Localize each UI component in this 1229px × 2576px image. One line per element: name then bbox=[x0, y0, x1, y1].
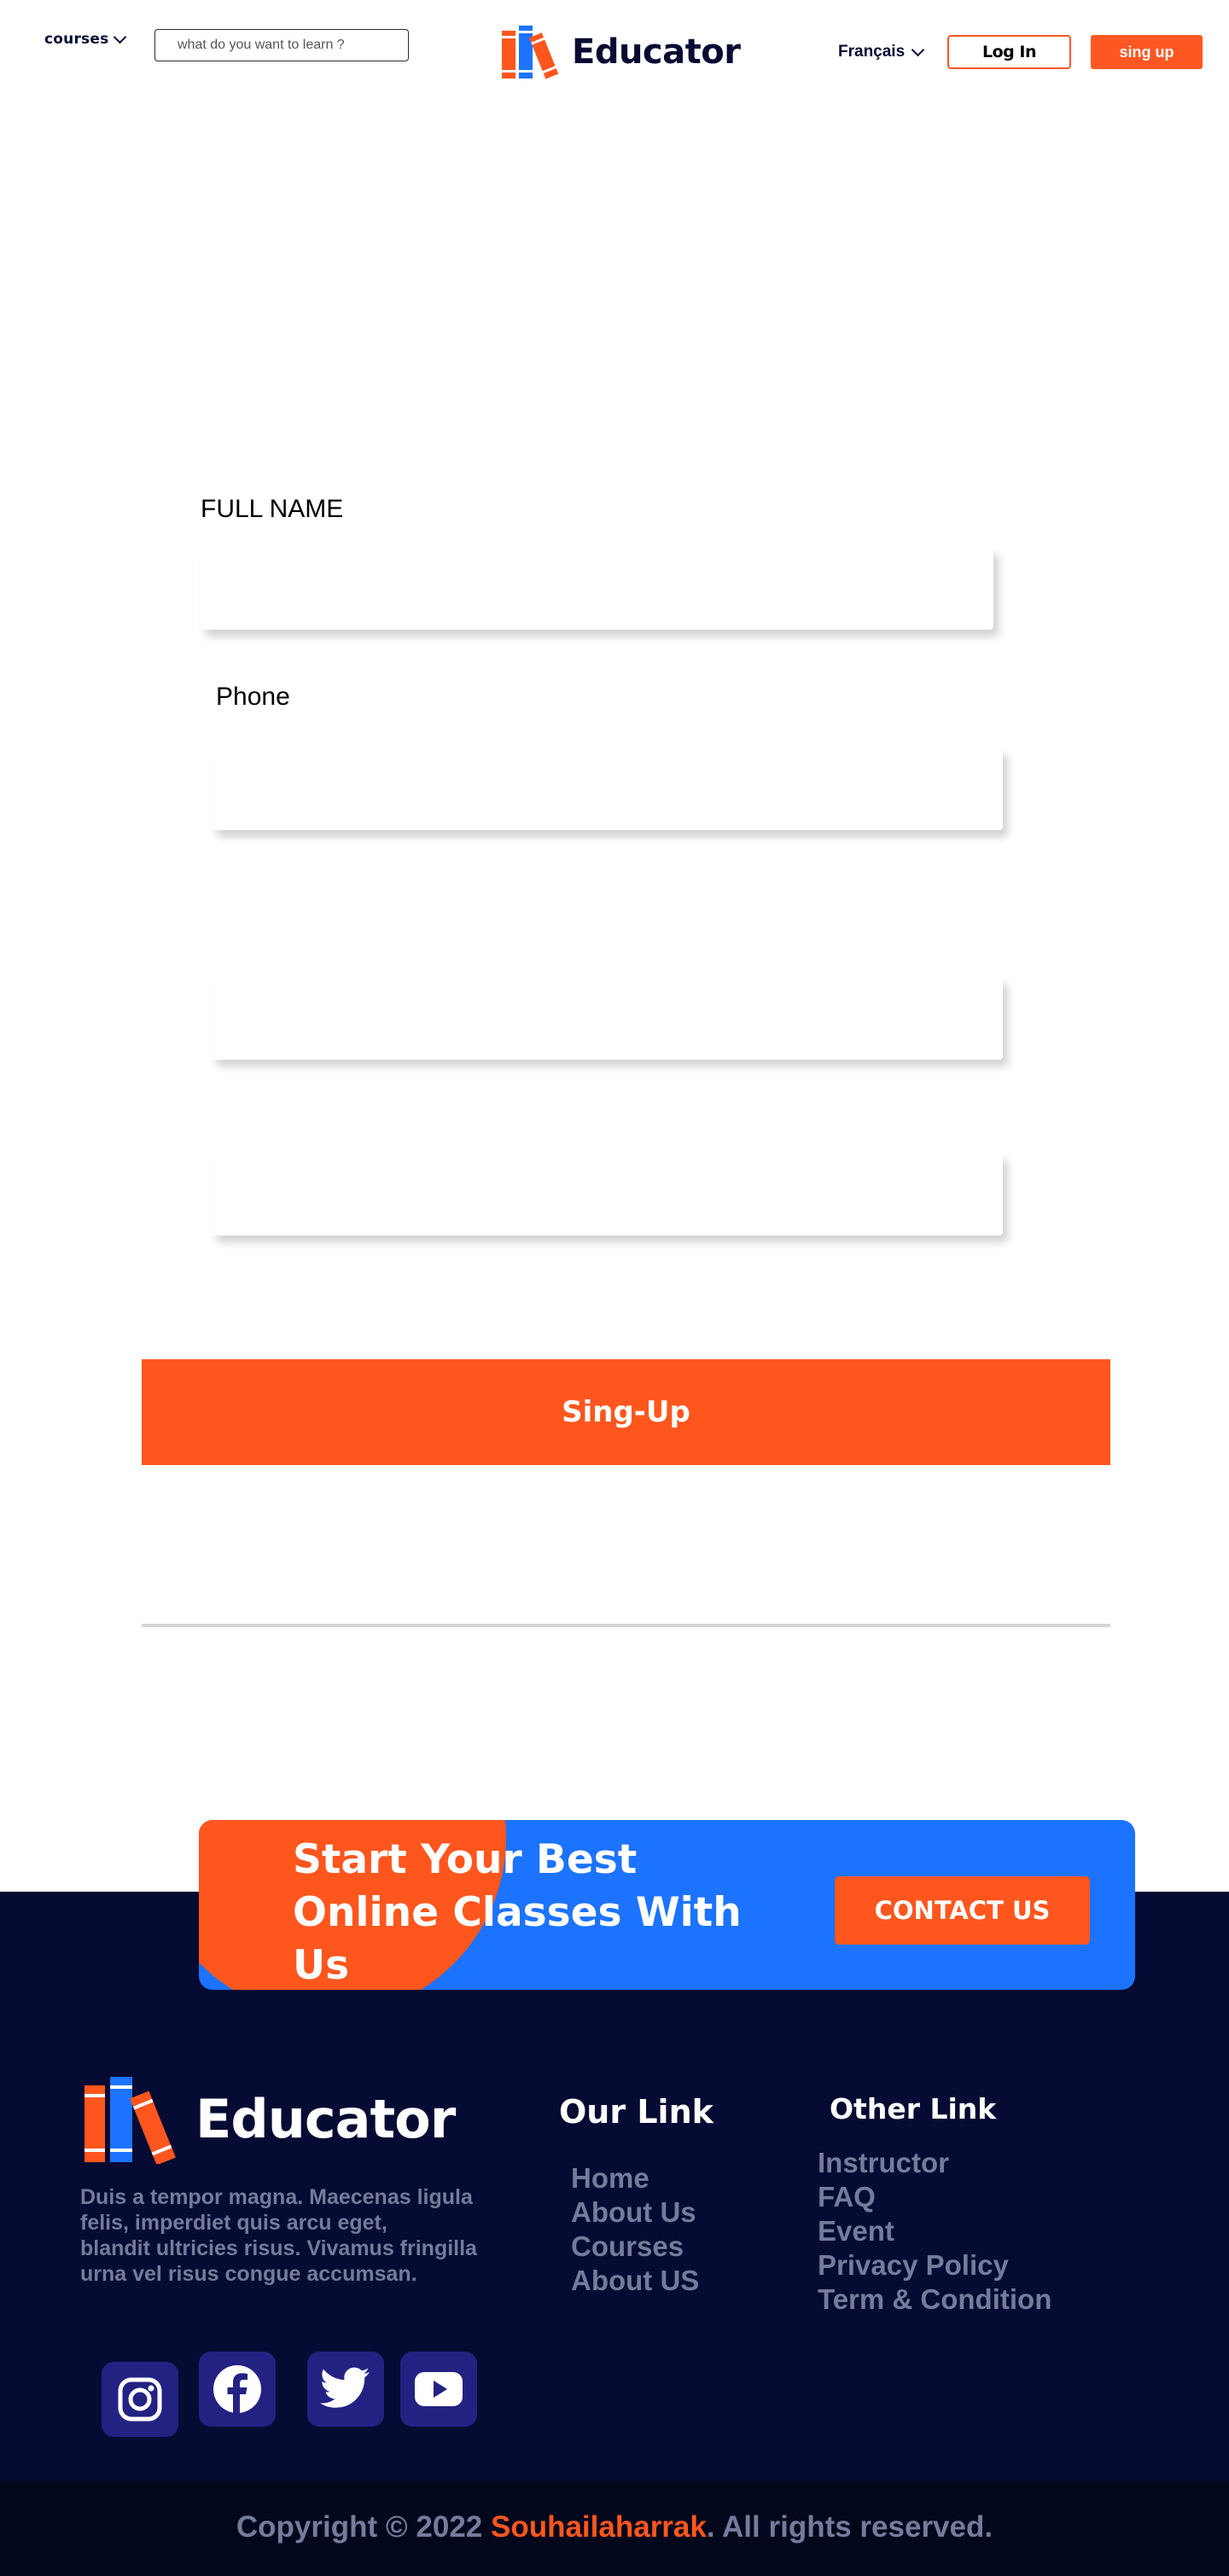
cta-title: Start Your Best Online Classes With Us bbox=[293, 1836, 742, 1989]
courses-label: courses bbox=[44, 31, 109, 48]
instagram-icon bbox=[118, 2377, 162, 2422]
brand-name: Educator bbox=[572, 32, 741, 72]
signup-button[interactable]: sing up bbox=[1091, 35, 1203, 69]
form-field-4[interactable] bbox=[212, 1154, 1003, 1236]
full-name-label: FULL NAME bbox=[201, 495, 344, 523]
chevron-down-icon bbox=[114, 30, 127, 44]
courses-dropdown[interactable]: courses bbox=[44, 30, 127, 48]
footer-link-about-us[interactable]: About Us bbox=[571, 2195, 699, 2230]
footer-link-privacy-policy[interactable]: Privacy Policy bbox=[818, 2248, 1051, 2282]
footer-brand-name: Educator bbox=[195, 2087, 456, 2150]
language-dropdown[interactable]: Français bbox=[838, 43, 925, 61]
copyright-suffix: . All rights reserved. bbox=[706, 2510, 993, 2544]
youtube-icon bbox=[415, 2372, 463, 2406]
footer-link-about-us-2[interactable]: About US bbox=[571, 2264, 699, 2298]
other-link-title: Other Link bbox=[830, 2092, 997, 2125]
footer-link-courses[interactable]: Courses bbox=[571, 2230, 699, 2264]
search-input[interactable] bbox=[154, 29, 409, 61]
instagram-button[interactable] bbox=[102, 2362, 178, 2437]
twitter-button[interactable] bbox=[307, 2352, 384, 2427]
youtube-button[interactable] bbox=[400, 2352, 477, 2427]
divider bbox=[142, 1624, 1110, 1627]
language-label: Français bbox=[838, 43, 906, 61]
form-field-3[interactable] bbox=[212, 978, 1003, 1060]
copyright-author-link[interactable]: Souhailaharrak bbox=[491, 2510, 707, 2544]
our-link-title: Our Link bbox=[559, 2093, 714, 2131]
facebook-icon bbox=[213, 2365, 261, 2413]
footer-link-faq[interactable]: FAQ bbox=[818, 2180, 1051, 2214]
contact-us-button[interactable]: CONTACT US bbox=[835, 1876, 1090, 1945]
footer-link-event[interactable]: Event bbox=[818, 2214, 1051, 2248]
footer-description: Duis a tempor magna. Maecenas ligula fel… bbox=[80, 2185, 477, 2286]
books-logo-icon bbox=[502, 26, 559, 79]
footer-link-home[interactable]: Home bbox=[571, 2161, 699, 2195]
other-link-list: Instructor FAQ Event Privacy Policy Term… bbox=[818, 2146, 1051, 2317]
signup-submit-button[interactable]: Sing-Up bbox=[142, 1359, 1110, 1465]
twitter-icon bbox=[320, 2367, 370, 2408]
full-name-field[interactable] bbox=[201, 548, 993, 630]
chevron-down-icon bbox=[911, 43, 925, 56]
header-logo[interactable]: Educator bbox=[500, 24, 741, 80]
books-logo-icon bbox=[84, 2077, 176, 2164]
our-link-list: Home About Us Courses About US bbox=[571, 2161, 699, 2298]
login-button[interactable]: Log In bbox=[947, 35, 1071, 69]
cta-banner: Start Your Best Online Classes With Us C… bbox=[199, 1820, 1135, 1990]
phone-field[interactable] bbox=[212, 748, 1003, 830]
footer-link-terms[interactable]: Term & Condition bbox=[818, 2282, 1051, 2317]
footer-link-instructor[interactable]: Instructor bbox=[818, 2146, 1051, 2180]
phone-label: Phone bbox=[216, 683, 290, 711]
footer-logo[interactable]: Educator bbox=[81, 2073, 456, 2164]
copyright-text: Copyright © 2022 Souhailaharrak. All rig… bbox=[0, 2510, 1229, 2544]
copyright-prefix: Copyright © 2022 bbox=[236, 2510, 491, 2544]
facebook-button[interactable] bbox=[199, 2352, 276, 2427]
